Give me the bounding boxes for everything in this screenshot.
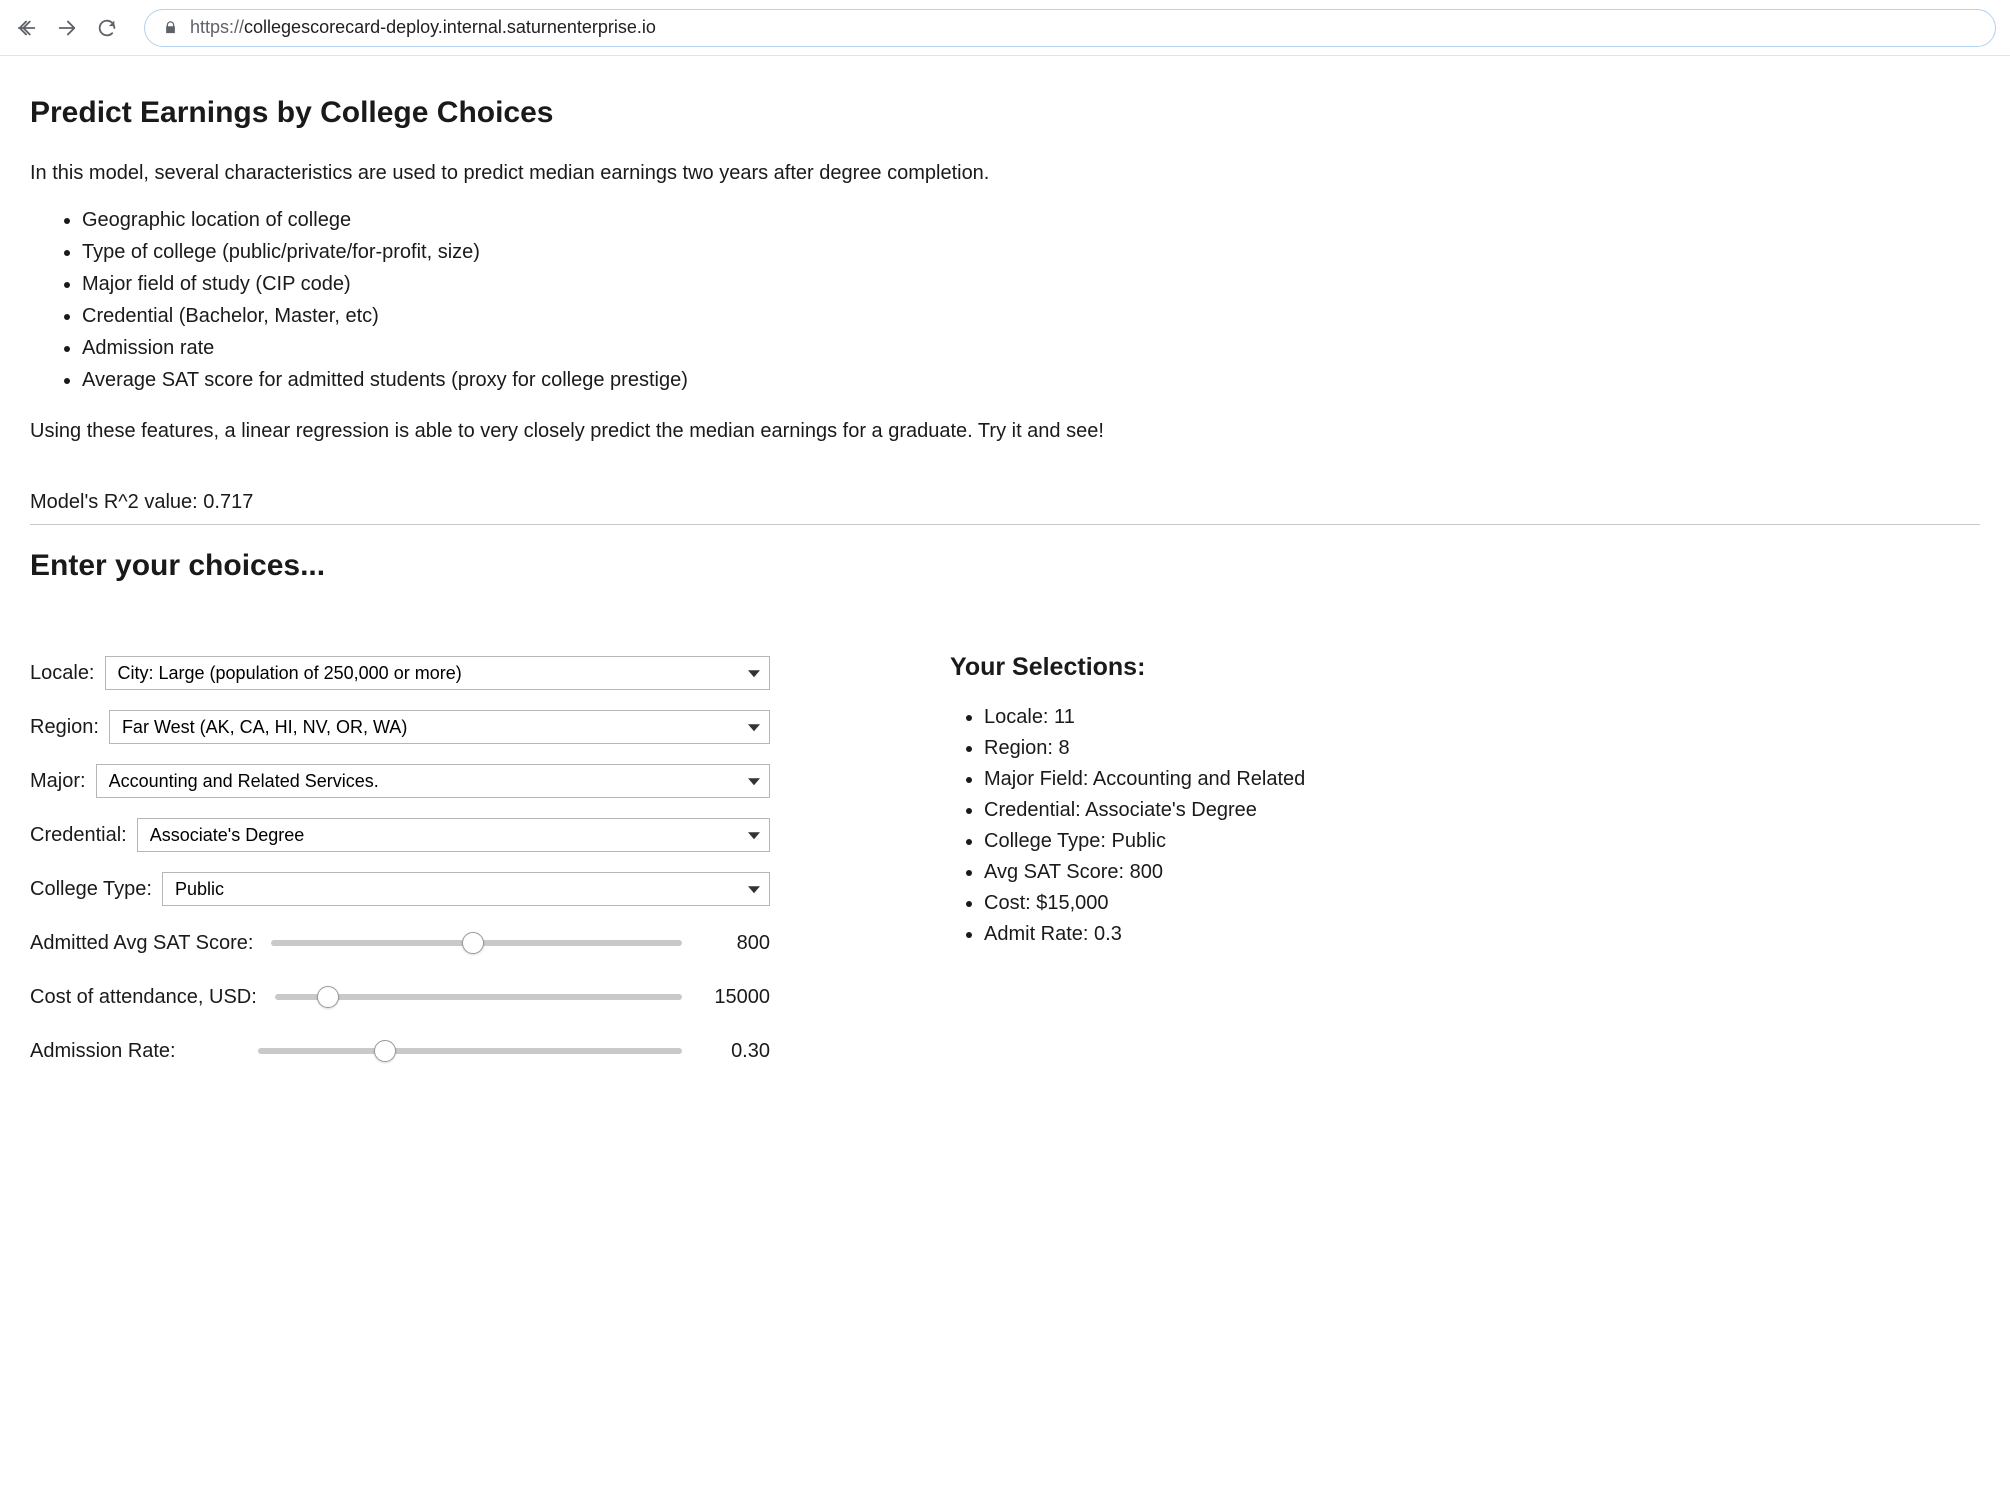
outro-text: Using these features, a linear regressio… — [30, 420, 1980, 443]
college-type-row: College Type: Public — [30, 869, 770, 909]
divider — [30, 524, 1980, 525]
list-item: Region: 8 — [984, 733, 1980, 764]
list-item: Cost: $15,000 — [984, 888, 1980, 919]
list-item: Major Field: Accounting and Related — [984, 764, 1980, 795]
region-label: Region: — [30, 716, 99, 739]
arrow-right-icon — [56, 17, 78, 39]
list-item: Credential: Associate's Degree — [984, 795, 1980, 826]
feature-list: Geographic location of college Type of c… — [82, 204, 1980, 396]
credential-select[interactable]: Associate's Degree — [137, 818, 770, 852]
college-type-select-wrap: Public — [162, 872, 770, 906]
admit-thumb[interactable] — [374, 1040, 396, 1062]
address-bar[interactable]: https://collegescorecard-deploy.internal… — [144, 9, 1996, 47]
reload-button[interactable] — [94, 15, 120, 41]
major-select[interactable]: Accounting and Related Services. — [96, 764, 770, 798]
admit-value: 0.30 — [700, 1040, 770, 1063]
reload-icon — [96, 17, 118, 39]
cost-slider[interactable] — [275, 987, 682, 1007]
cost-row: Cost of attendance, USD: 15000 — [30, 977, 770, 1017]
sat-label: Admitted Avg SAT Score: — [30, 932, 253, 955]
cost-label: Cost of attendance, USD: — [30, 986, 257, 1009]
region-select[interactable]: Far West (AK, CA, HI, NV, OR, WA) — [109, 710, 770, 744]
list-item: Geographic location of college — [82, 204, 1980, 236]
admit-track — [258, 1048, 682, 1054]
form-columns: Locale: City: Large (population of 250,0… — [30, 653, 1980, 1085]
cost-value: 15000 — [700, 986, 770, 1009]
region-select-wrap: Far West (AK, CA, HI, NV, OR, WA) — [109, 710, 770, 744]
major-label: Major: — [30, 770, 86, 793]
arrow-left-icon — [16, 17, 38, 39]
credential-select-wrap: Associate's Degree — [137, 818, 770, 852]
college-type-label: College Type: — [30, 878, 152, 901]
list-item: Admit Rate: 0.3 — [984, 919, 1980, 950]
locale-select[interactable]: City: Large (population of 250,000 or mo… — [105, 656, 771, 690]
section-title: Enter your choices... — [30, 549, 1980, 583]
url-text: https://collegescorecard-deploy.internal… — [190, 17, 656, 38]
college-type-select[interactable]: Public — [162, 872, 770, 906]
page-content: Predict Earnings by College Choices In t… — [0, 56, 2010, 1115]
region-row: Region: Far West (AK, CA, HI, NV, OR, WA… — [30, 707, 770, 747]
r2-value: Model's R^2 value: 0.717 — [30, 491, 1980, 514]
list-item: Average SAT score for admitted students … — [82, 364, 1980, 396]
page-title: Predict Earnings by College Choices — [30, 96, 1980, 130]
admit-row: Admission Rate: 0.30 — [30, 1031, 770, 1071]
list-item: Credential (Bachelor, Master, etc) — [82, 300, 1980, 332]
list-item: Type of college (public/private/for-prof… — [82, 236, 1980, 268]
sat-thumb[interactable] — [462, 932, 484, 954]
sat-value: 800 — [700, 932, 770, 955]
credential-row: Credential: Associate's Degree — [30, 815, 770, 855]
credential-label: Credential: — [30, 824, 127, 847]
selections-title: Your Selections: — [950, 653, 1980, 682]
admit-slider[interactable] — [258, 1041, 682, 1061]
locale-label: Locale: — [30, 662, 95, 685]
back-button[interactable] — [14, 15, 40, 41]
intro-text: In this model, several characteristics a… — [30, 160, 1980, 186]
list-item: Locale: 11 — [984, 702, 1980, 733]
list-item: Major field of study (CIP code) — [82, 268, 1980, 300]
sat-row: Admitted Avg SAT Score: 800 — [30, 923, 770, 963]
major-row: Major: Accounting and Related Services. — [30, 761, 770, 801]
lock-icon — [163, 20, 178, 35]
selections-list: Locale: 11 Region: 8 Major Field: Accoun… — [984, 702, 1980, 950]
list-item: Avg SAT Score: 800 — [984, 857, 1980, 888]
locale-row: Locale: City: Large (population of 250,0… — [30, 653, 770, 693]
locale-select-wrap: City: Large (population of 250,000 or mo… — [105, 656, 771, 690]
list-item: College Type: Public — [984, 826, 1980, 857]
major-select-wrap: Accounting and Related Services. — [96, 764, 770, 798]
form-panel: Locale: City: Large (population of 250,0… — [30, 653, 770, 1085]
cost-thumb[interactable] — [317, 986, 339, 1008]
forward-button[interactable] — [54, 15, 80, 41]
sat-slider[interactable] — [271, 933, 682, 953]
browser-toolbar: https://collegescorecard-deploy.internal… — [0, 0, 2010, 56]
selections-panel: Your Selections: Locale: 11 Region: 8 Ma… — [950, 653, 1980, 950]
list-item: Admission rate — [82, 332, 1980, 364]
admit-label: Admission Rate: — [30, 1040, 240, 1063]
